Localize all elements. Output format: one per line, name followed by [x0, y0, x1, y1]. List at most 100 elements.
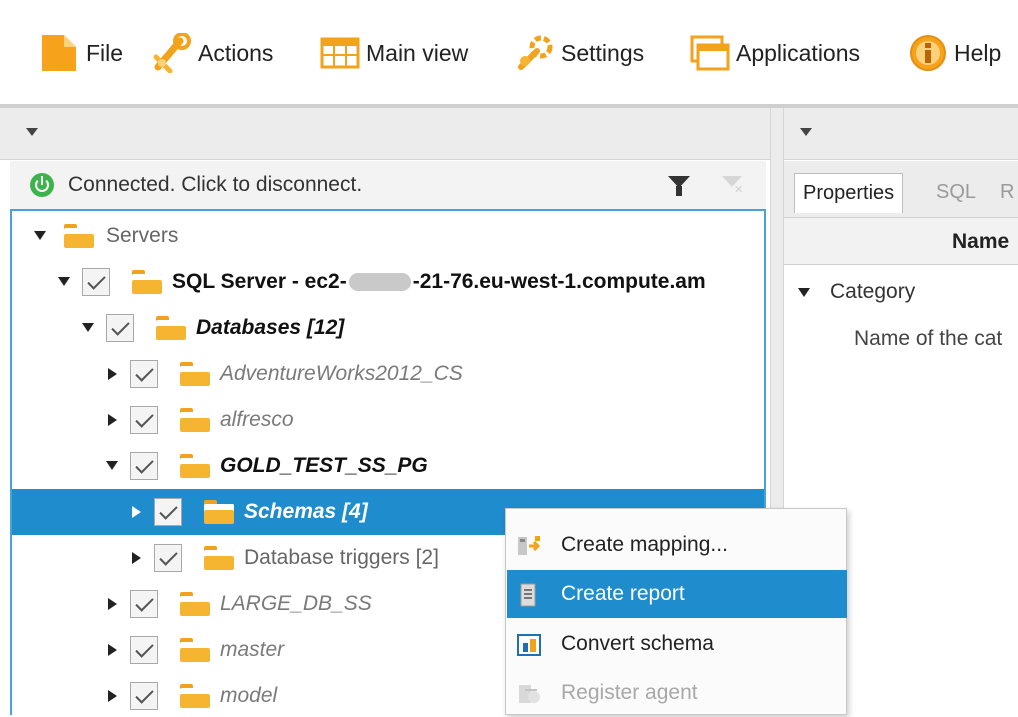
tree-node-database[interactable]: AdventureWorks2012_CS: [12, 351, 764, 397]
tree-checkbox[interactable]: [130, 452, 158, 480]
tree-checkbox[interactable]: [130, 636, 158, 664]
tree-node-label: Schemas [4]: [244, 500, 368, 523]
folder-icon: [204, 546, 234, 570]
left-panel-header: [0, 108, 770, 160]
menu-item-label: Create mapping...: [561, 533, 728, 556]
properties-column-header[interactable]: Name: [784, 217, 1018, 265]
folder-icon: [204, 500, 234, 524]
tree-node-label: Database triggers [2]: [244, 546, 439, 569]
folder-icon: [64, 224, 94, 248]
tree-node-label: Databases [12]: [196, 316, 345, 339]
settings-icon: [515, 33, 553, 73]
tab-properties[interactable]: Properties: [794, 173, 904, 213]
convert-schema-icon: [517, 633, 541, 657]
tree-node-label: SQL Server - ec2- -21-76.eu-west-1.comput…: [172, 270, 706, 294]
menu-file-label: File: [86, 39, 124, 66]
tree-node-label: GOLD_TEST_SS_PG: [220, 454, 428, 477]
menu-item-label: Register agent: [561, 681, 698, 704]
file-icon: [40, 33, 78, 73]
menu-actions-label: Actions: [198, 39, 274, 66]
tree-node-label: alfresco: [220, 408, 294, 431]
tree-node-database[interactable]: alfresco: [12, 397, 764, 443]
agent-icon: [517, 682, 541, 706]
column-header-name: Name: [952, 230, 1010, 253]
menu-main-view[interactable]: Main view: [320, 28, 468, 78]
redacted-hostname: [348, 273, 411, 292]
expanded-arrow-icon[interactable]: [106, 461, 118, 470]
actions-icon: [152, 32, 191, 74]
menu-applications-label: Applications: [736, 39, 861, 66]
menu-actions[interactable]: Actions: [152, 28, 273, 78]
panel-collapse-icon[interactable]: [800, 128, 812, 136]
menu-help-label: Help: [954, 39, 1002, 66]
clear-filter-icon: [722, 176, 743, 196]
category-description: Name of the cat: [854, 327, 1003, 350]
connection-status-bar[interactable]: Connected. Click to disconnect.: [10, 161, 766, 209]
collapsed-arrow-icon[interactable]: [108, 368, 117, 380]
tree-node-database[interactable]: GOLD_TEST_SS_PG: [12, 443, 764, 489]
category-label: Category: [830, 280, 916, 303]
tree-checkbox[interactable]: [154, 544, 182, 572]
main-view-icon: [320, 33, 360, 73]
tree-node-servers[interactable]: Servers: [12, 213, 764, 259]
tree-node-label: Servers: [106, 224, 179, 247]
folder-icon: [180, 362, 210, 386]
tree-node-server[interactable]: SQL Server - ec2- -21-76.eu-west-1.comput…: [12, 259, 764, 305]
tree-node-label: AdventureWorks2012_CS: [220, 362, 463, 385]
help-icon: [908, 33, 946, 73]
collapsed-arrow-icon[interactable]: [132, 552, 141, 564]
right-panel-header: [784, 108, 1018, 160]
tree-node-databases[interactable]: Databases [12]: [12, 305, 764, 351]
menu-settings[interactable]: Settings: [515, 28, 644, 78]
menu-item-create-mapping[interactable]: Create mapping...: [507, 521, 847, 569]
collapsed-arrow-icon[interactable]: [108, 598, 117, 610]
tab-r[interactable]: R: [992, 173, 1018, 213]
menu-item-create-report[interactable]: Create report: [507, 570, 847, 618]
panel-collapse-icon[interactable]: [26, 128, 38, 136]
expanded-arrow-icon[interactable]: [58, 277, 70, 286]
menu-settings-label: Settings: [561, 39, 645, 66]
folder-icon: [180, 592, 210, 616]
menu-help[interactable]: Help: [908, 28, 1001, 78]
tree-checkbox[interactable]: [82, 268, 110, 296]
properties-tabs: Properties SQL R: [784, 161, 1018, 217]
report-icon: [517, 583, 541, 607]
collapsed-arrow-icon[interactable]: [132, 506, 141, 518]
expanded-arrow-icon[interactable]: [82, 323, 94, 332]
power-icon[interactable]: [30, 173, 54, 197]
property-category-row[interactable]: Category: [784, 278, 1018, 308]
connection-status-text[interactable]: Connected. Click to disconnect.: [68, 173, 362, 197]
filter-icon[interactable]: [668, 176, 690, 196]
tree-checkbox[interactable]: [130, 406, 158, 434]
folder-icon: [132, 270, 162, 294]
server-name-suffix: -21-76.eu-west-1.compute.am: [412, 270, 706, 293]
context-menu: Create mapping... Create report Convert …: [505, 508, 847, 715]
tree-node-label: master: [220, 638, 285, 661]
collapsed-arrow-icon[interactable]: [108, 644, 117, 656]
tab-sql[interactable]: SQL: [928, 173, 984, 213]
applications-icon: [690, 33, 730, 73]
menu-bar: File Actions Main view Settings Applicat…: [0, 0, 1018, 104]
tree-checkbox[interactable]: [106, 314, 134, 342]
menu-item-convert-schema[interactable]: Convert schema: [507, 620, 847, 668]
tree-node-label: LARGE_DB_SS: [220, 592, 372, 615]
menu-item-label: Convert schema: [561, 632, 714, 655]
folder-icon: [180, 684, 210, 708]
folder-icon: [180, 408, 210, 432]
collapsed-arrow-icon[interactable]: [108, 690, 117, 702]
tree-checkbox[interactable]: [130, 682, 158, 710]
expanded-arrow-icon[interactable]: [798, 288, 810, 297]
folder-icon: [180, 638, 210, 662]
menu-item-label: Create report: [561, 582, 685, 605]
tree-checkbox[interactable]: [130, 360, 158, 388]
tree-checkbox[interactable]: [130, 590, 158, 618]
folder-icon: [156, 316, 186, 340]
menu-item-register-agent: Register agent: [507, 669, 847, 717]
collapsed-arrow-icon[interactable]: [108, 414, 117, 426]
tree-checkbox[interactable]: [154, 498, 182, 526]
menu-applications[interactable]: Applications: [690, 28, 860, 78]
menu-file[interactable]: File: [40, 28, 123, 78]
mapping-icon: [517, 534, 541, 558]
expanded-arrow-icon[interactable]: [34, 231, 46, 240]
menu-main-view-label: Main view: [366, 39, 469, 66]
